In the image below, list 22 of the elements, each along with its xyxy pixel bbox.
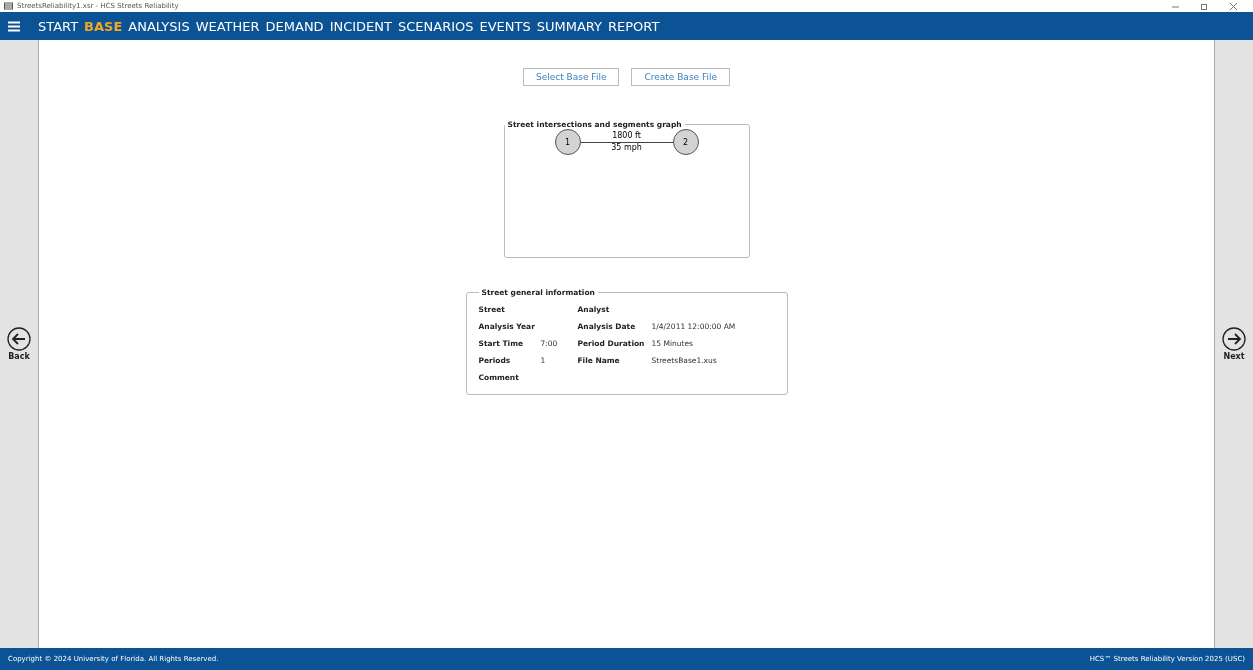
- next-button[interactable]: Next: [1222, 327, 1246, 361]
- back-button[interactable]: Back: [7, 327, 31, 361]
- close-icon[interactable]: [1230, 2, 1237, 10]
- segment-speed: 35 mph: [611, 142, 642, 154]
- menu-tab[interactable]: WEATHER: [195, 18, 260, 34]
- menu-tab[interactable]: START: [38, 18, 79, 34]
- menu-tab[interactable]: BASE: [84, 18, 123, 34]
- file-button[interactable]: Create Base File: [631, 68, 731, 86]
- menu-tab[interactable]: SCENARIOS: [398, 18, 474, 34]
- menu-tab[interactable]: INCIDENT: [329, 18, 392, 34]
- menu-icon[interactable]: [8, 20, 20, 32]
- intersection-node: 1: [554, 129, 581, 155]
- menu-tab[interactable]: DEMAND: [265, 18, 324, 34]
- restore-icon[interactable]: [1201, 2, 1208, 10]
- menu-tab[interactable]: EVENTS: [479, 18, 531, 34]
- menu-tab[interactable]: SUMMARY: [536, 18, 602, 34]
- app-icon: [4, 2, 13, 10]
- file-button[interactable]: Select Base File: [522, 68, 620, 86]
- intersection-node: 2: [672, 129, 699, 155]
- menu-tab[interactable]: REPORT: [608, 18, 660, 34]
- segment-length: 1800 ft: [612, 130, 641, 142]
- menu-tab[interactable]: ANALYSIS: [128, 18, 190, 34]
